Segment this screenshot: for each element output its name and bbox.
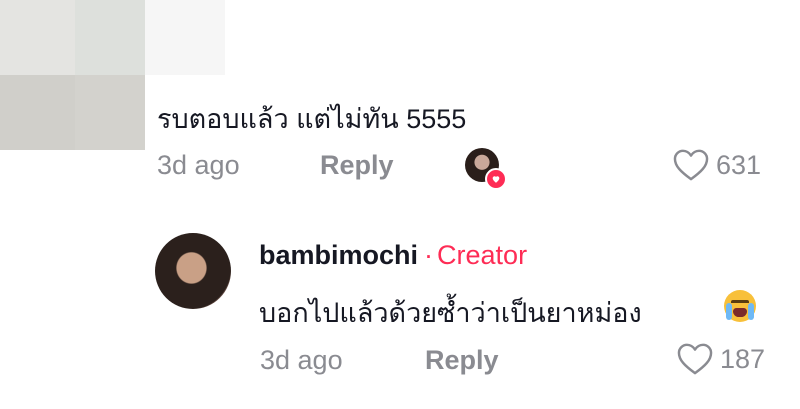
like-button[interactable]: 631 bbox=[672, 148, 761, 182]
blur-tile bbox=[145, 0, 225, 75]
comment-timestamp: 3d ago bbox=[157, 150, 240, 180]
comment-header: bambimochi · Creator bbox=[259, 240, 527, 271]
heart-icon bbox=[485, 168, 507, 190]
like-count: 187 bbox=[720, 343, 766, 374]
comment-text: บอกไปแล้วด้วยซ้ำว่าเป็นยาหม่อง bbox=[259, 298, 642, 328]
blur-tile bbox=[0, 75, 75, 150]
avatar[interactable] bbox=[155, 233, 231, 309]
creator-badge: Creator bbox=[437, 240, 528, 270]
heart-outline-icon bbox=[677, 343, 713, 375]
blur-tile bbox=[0, 0, 75, 75]
blur-tile bbox=[75, 75, 145, 150]
like-count: 631 bbox=[716, 149, 762, 180]
username[interactable]: bambimochi bbox=[259, 240, 418, 271]
comment-timestamp: 3d ago bbox=[260, 345, 343, 375]
heart-outline-icon bbox=[673, 149, 709, 181]
separator-dot: · bbox=[424, 240, 434, 270]
crying-face-icon bbox=[724, 290, 756, 322]
comment-text: รบตอบแล้ว แต่ไม่ทัน 5555 bbox=[157, 104, 467, 134]
reply-button[interactable]: Reply bbox=[320, 150, 394, 181]
blur-tile bbox=[75, 0, 145, 75]
liked-by-creator-badge bbox=[465, 148, 507, 190]
like-button[interactable]: 187 bbox=[676, 342, 765, 376]
reply-button[interactable]: Reply bbox=[425, 345, 499, 376]
